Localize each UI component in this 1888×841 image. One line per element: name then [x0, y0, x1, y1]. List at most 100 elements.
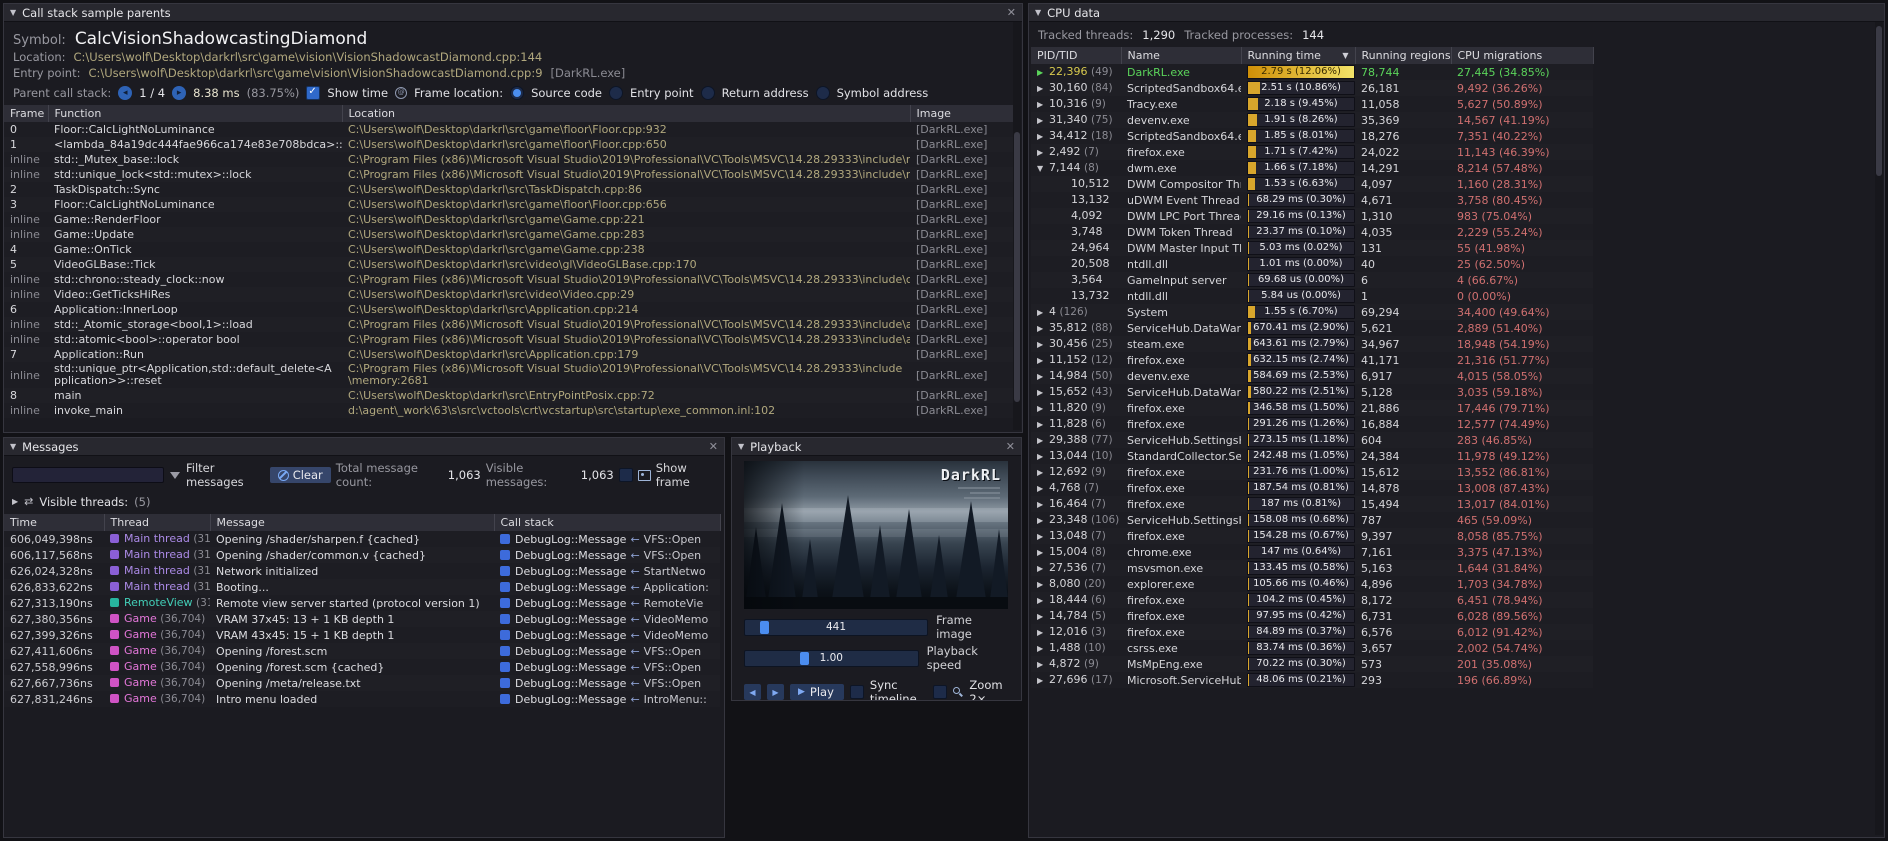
- callstack-top-frame[interactable]: DebugLog::Message: [515, 629, 626, 642]
- cpu-process-row[interactable]: 20,508 ntdll.dll 1.01 ms (0.00%) 40 25 (…: [1031, 256, 1593, 272]
- cpu-process-row[interactable]: ▶4 (126) System 1.55 s (6.70%) 69,294 34…: [1031, 304, 1593, 320]
- frame-location[interactable]: C:\Users\wolf\Desktop\darkrl\src\Applica…: [342, 302, 910, 317]
- play-button[interactable]: ▶ Play: [790, 684, 844, 700]
- callstack-top-frame[interactable]: DebugLog::Message: [515, 597, 626, 610]
- message-callstack[interactable]: DebugLog::Message←IntroMenu::: [494, 691, 720, 707]
- cpu-process-row[interactable]: 3,748 DWM Token Thread 23.37 ms (0.10%) …: [1031, 224, 1593, 240]
- frame-location[interactable]: C:\Program Files (x86)\Microsoft Visual …: [342, 272, 910, 287]
- radio-symbol-address-label[interactable]: Symbol address: [837, 86, 929, 100]
- expand-icon[interactable]: ▶: [1037, 466, 1049, 479]
- callstack-top-frame[interactable]: DebugLog::Message: [515, 549, 626, 562]
- callstack-parent-frame[interactable]: VFS::Open: [644, 645, 701, 658]
- zoom-2x-checkbox[interactable]: [933, 685, 947, 699]
- expand-icon[interactable]: ▶: [1037, 402, 1049, 415]
- callstack-frame-row[interactable]: inline std::unique_lock<std::mutex>::loc…: [4, 167, 1017, 182]
- close-icon[interactable]: ✕: [1006, 440, 1015, 453]
- cpu-process-row[interactable]: ▶15,004 (8) chrome.exe 147 ms (0.64%) 7,…: [1031, 544, 1593, 560]
- expand-icon[interactable]: ▶: [1037, 338, 1049, 351]
- expand-icon[interactable]: ▶: [1037, 370, 1049, 383]
- callstack-frame-row[interactable]: 6 Application::InnerLoop C:\Users\wolf\D…: [4, 302, 1017, 317]
- message-row[interactable]: 627,831,246ns Game (36,704) Intro menu l…: [4, 691, 720, 707]
- message-callstack[interactable]: DebugLog::Message←VFS::Open: [494, 531, 720, 547]
- cpu-process-row[interactable]: ▶10,316 (9) Tracy.exe 2.18 s (9.45%) 11,…: [1031, 96, 1593, 112]
- cpu-process-row[interactable]: ▶30,160 (84) ScriptedSandbox64.exe 2.51 …: [1031, 80, 1593, 96]
- cpu-process-row[interactable]: ▶1,488 (10) csrss.exe 83.74 ms (0.36%) 3…: [1031, 640, 1593, 656]
- frame-location[interactable]: C:\Users\wolf\Desktop\darkrl\src\EntryPo…: [342, 388, 910, 403]
- callstack-parent-frame[interactable]: VideoMemo: [644, 613, 709, 626]
- callstack-top-frame[interactable]: DebugLog::Message: [515, 613, 626, 626]
- expand-icon[interactable]: ▼: [1037, 162, 1049, 175]
- callstack-top-frame[interactable]: DebugLog::Message: [515, 661, 626, 674]
- frame-location[interactable]: d:\agent\_work\63\s\src\vctools\crt\vcst…: [342, 403, 910, 418]
- collapse-icon[interactable]: ▼: [10, 438, 16, 455]
- scrollbar-thumb[interactable]: [1876, 26, 1882, 176]
- cpu-process-row[interactable]: ▶34,412 (18) ScriptedSandbox64.exe 1.85 …: [1031, 128, 1593, 144]
- col-header-time[interactable]: Time: [4, 514, 104, 531]
- cpu-process-row[interactable]: ▶12,016 (3) firefox.exe 84.89 ms (0.37%)…: [1031, 624, 1593, 640]
- col-header-cpu-migrations[interactable]: CPU migrations: [1451, 47, 1593, 64]
- callstack-frame-row[interactable]: inline std::unique_ptr<Application,std::…: [4, 362, 1017, 388]
- frame-location[interactable]: C:\Users\wolf\Desktop\darkrl\src\video\V…: [342, 287, 910, 302]
- callstack-icon[interactable]: [500, 566, 510, 576]
- cpu-process-row[interactable]: ▶30,456 (25) steam.exe 643.61 ms (2.79%)…: [1031, 336, 1593, 352]
- callstack-icon[interactable]: [500, 694, 510, 704]
- radio-source-code[interactable]: [510, 86, 524, 100]
- callstack-top-frame[interactable]: DebugLog::Message: [515, 533, 626, 546]
- message-row[interactable]: 606,117,568ns Main thread (31,596) Openi…: [4, 547, 720, 563]
- show-time-checkbox[interactable]: [306, 86, 320, 100]
- message-callstack[interactable]: DebugLog::Message←RemoteVie: [494, 595, 720, 611]
- expand-icon[interactable]: ▶: [1037, 530, 1049, 543]
- cpu-process-row[interactable]: 24,964 DWM Master Input Thread 5.03 ms (…: [1031, 240, 1593, 256]
- cpu-process-row[interactable]: ▶2,492 (7) firefox.exe 1.71 s (7.42%) 24…: [1031, 144, 1593, 160]
- callstack-top-frame[interactable]: DebugLog::Message: [515, 677, 626, 690]
- cpu-process-row[interactable]: ▶27,536 (7) msvsmon.exe 133.45 ms (0.58%…: [1031, 560, 1593, 576]
- callstack-frame-row[interactable]: inline std::atomic<bool>::operator bool …: [4, 332, 1017, 347]
- callstack-frame-row[interactable]: inline std::chrono::steady_clock::now C:…: [4, 272, 1017, 287]
- cpu-process-row[interactable]: ▶14,784 (5) firefox.exe 97.95 ms (0.42%)…: [1031, 608, 1593, 624]
- expand-icon[interactable]: ▶: [1037, 114, 1049, 127]
- cpu-process-row[interactable]: ▶23,348 (106) ServiceHub.SettingsHost.ex…: [1031, 512, 1593, 528]
- message-row[interactable]: 627,313,190ns RemoteView (31,392) Remote…: [4, 595, 720, 611]
- radio-entry-point[interactable]: [609, 86, 623, 100]
- callstack-icon[interactable]: [500, 534, 510, 544]
- message-row[interactable]: 627,667,736ns Game (36,704) Opening /met…: [4, 675, 720, 691]
- col-header-running-regions[interactable]: Running regions: [1355, 47, 1451, 64]
- callstack-frame-row[interactable]: inline Game::RenderFloor C:\Users\wolf\D…: [4, 212, 1017, 227]
- collapse-icon[interactable]: ▼: [1035, 4, 1041, 21]
- expand-icon[interactable]: ▶: [1037, 642, 1049, 655]
- frame-location[interactable]: C:\Program Files (x86)\Microsoft Visual …: [342, 167, 910, 182]
- frame-location[interactable]: C:\Program Files (x86)\Microsoft Visual …: [342, 152, 910, 167]
- frame-location[interactable]: C:\Users\wolf\Desktop\darkrl\src\game\Ga…: [342, 212, 910, 227]
- cpu-process-row[interactable]: ▶8,080 (20) explorer.exe 105.66 ms (0.46…: [1031, 576, 1593, 592]
- expand-icon[interactable]: ▶: [1037, 386, 1049, 399]
- radio-entry-point-label[interactable]: Entry point: [630, 86, 694, 100]
- col-header-running-time[interactable]: Running time▼: [1241, 47, 1355, 64]
- message-row[interactable]: 626,833,622ns Main thread (31,596) Booti…: [4, 579, 720, 595]
- step-back-button[interactable]: ◀: [744, 684, 761, 700]
- cpu-process-row[interactable]: 13,732 ntdll.dll 5.84 us (0.00%) 1 0 (0.…: [1031, 288, 1593, 304]
- callstack-frame-row[interactable]: inline invoke_main d:\agent\_work\63\s\s…: [4, 403, 1017, 418]
- callstack-parent-frame[interactable]: VFS::Open: [644, 549, 701, 562]
- cpu-process-row[interactable]: ▶29,388 (77) ServiceHub.SettingsHost.exe…: [1031, 432, 1593, 448]
- cpu-process-row[interactable]: ▶4,768 (7) firefox.exe 187.54 ms (0.81%)…: [1031, 480, 1593, 496]
- callstack-icon[interactable]: [500, 662, 510, 672]
- expand-icon[interactable]: ▶: [1037, 658, 1049, 671]
- frame-location[interactable]: C:\Users\wolf\Desktop\darkrl\src\game\fl…: [342, 137, 910, 152]
- expand-icon[interactable]: ▶: [1037, 562, 1049, 575]
- callstack-parent-frame[interactable]: VFS::Open: [644, 661, 701, 674]
- col-header-image[interactable]: Image: [910, 105, 1017, 122]
- message-filter-input[interactable]: [12, 467, 164, 483]
- callstack-top-frame[interactable]: DebugLog::Message: [515, 645, 626, 658]
- cpu-process-row[interactable]: ▶14,984 (50) devenv.exe 584.69 ms (2.53%…: [1031, 368, 1593, 384]
- sort-desc-icon[interactable]: ▼: [1342, 51, 1348, 60]
- cpu-process-row[interactable]: ▶11,152 (12) firefox.exe 632.15 ms (2.74…: [1031, 352, 1593, 368]
- col-header-pid-tid[interactable]: PID/TID: [1031, 47, 1121, 64]
- close-icon[interactable]: ✕: [709, 440, 718, 453]
- col-header-location[interactable]: Location: [342, 105, 910, 122]
- frame-location[interactable]: C:\Program Files (x86)\Microsoft Visual …: [342, 362, 910, 388]
- message-row[interactable]: 627,399,326ns Game (36,704) VRAM 43x45: …: [4, 627, 720, 643]
- callstack-frame-row[interactable]: 8 main C:\Users\wolf\Desktop\darkrl\src\…: [4, 388, 1017, 403]
- playback-speed-slider[interactable]: 1.00: [744, 650, 919, 667]
- message-callstack[interactable]: DebugLog::Message←VFS::Open: [494, 659, 720, 675]
- message-row[interactable]: 627,558,996ns Game (36,704) Opening /for…: [4, 659, 720, 675]
